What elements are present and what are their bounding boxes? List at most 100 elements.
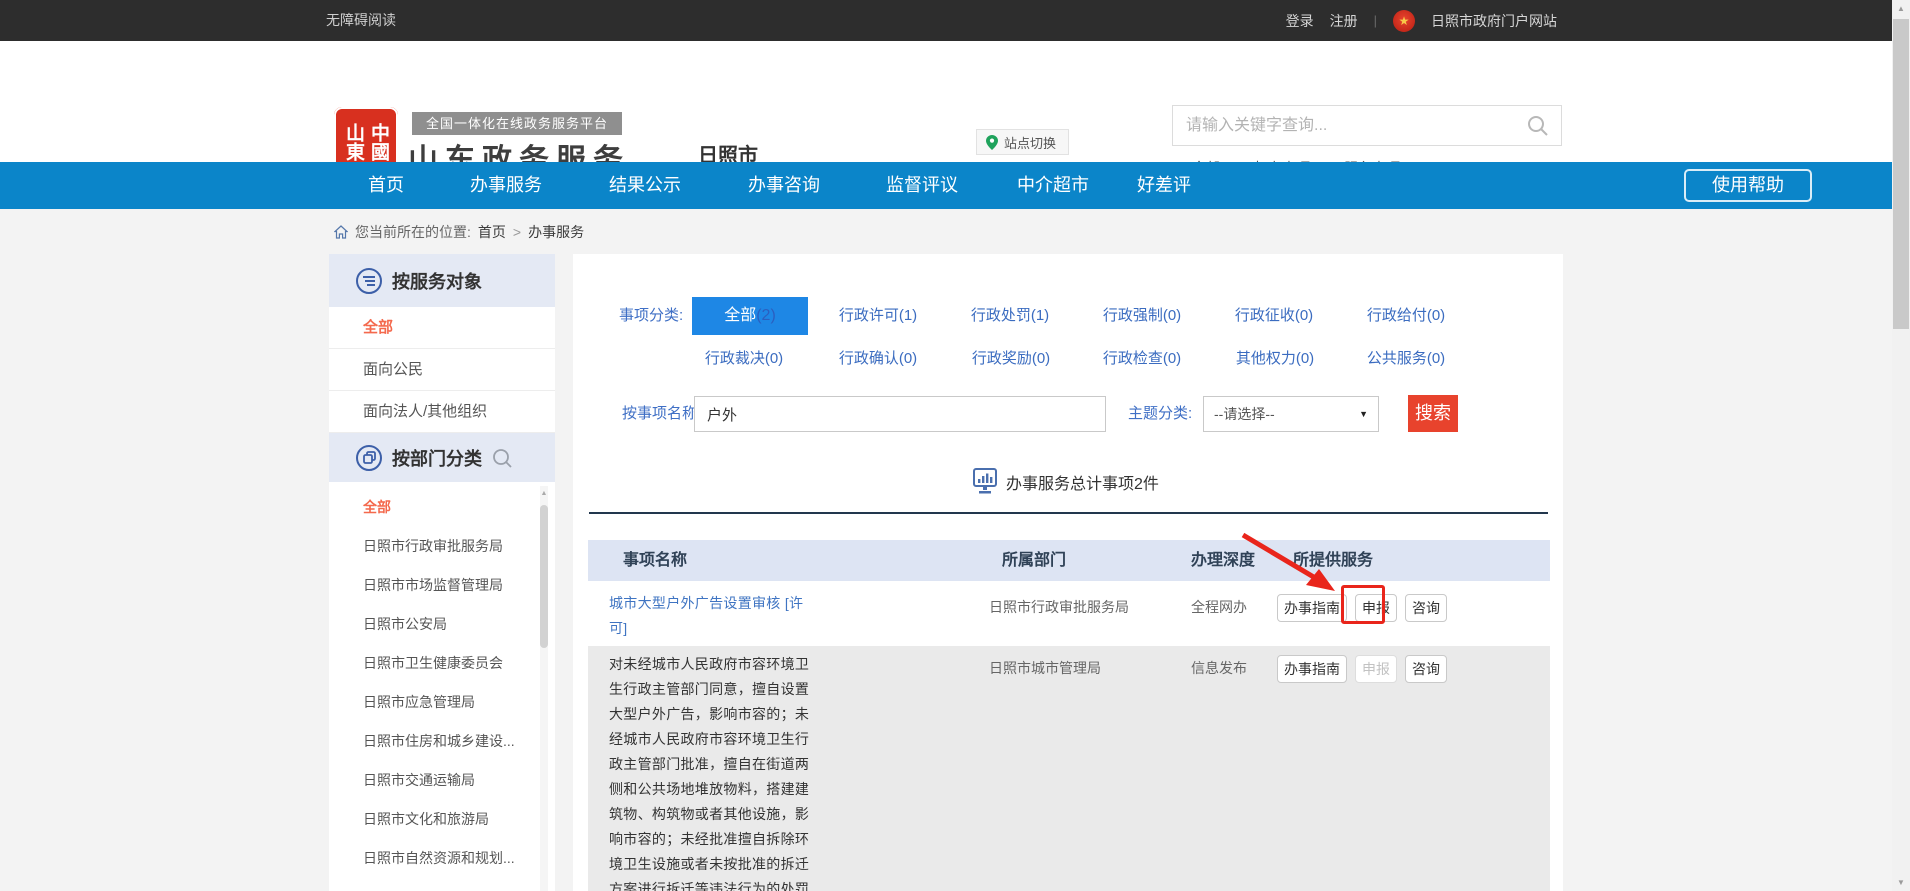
header: 山東 中國 全国一体化在线政务服务平台 山东政务服务 日照市 站点切换 全部 权…: [0, 41, 1892, 162]
sidebar-item-all[interactable]: 全部: [329, 307, 555, 349]
nav-item-consult[interactable]: 办事咨询: [748, 162, 820, 209]
nav-item-supervision[interactable]: 监督评议: [886, 162, 958, 209]
col-header-department: 所属部门: [1002, 540, 1066, 581]
item-depth: 全程网办: [1191, 597, 1247, 617]
dept-item[interactable]: 日照市市场监督管理局: [329, 566, 555, 605]
tab-xingzheng-zhengshou[interactable]: 行政征收(0): [1208, 297, 1340, 335]
tab-label: 行政确认: [839, 350, 899, 367]
tab-label: 公共服务: [1367, 350, 1427, 367]
platform-tag: 全国一体化在线政务服务平台: [412, 112, 622, 135]
tab-count: (0): [1163, 350, 1181, 367]
dept-item[interactable]: 日照市住房和城乡建设...: [329, 722, 555, 761]
item-department: 日照市城市管理局: [989, 658, 1101, 678]
search-button[interactable]: 搜索: [1408, 395, 1458, 432]
tab-count: (1): [899, 307, 917, 324]
consult-button[interactable]: 咨询: [1405, 594, 1447, 622]
tab-label: 全部: [724, 307, 756, 324]
category-filter-label: 事项分类:: [619, 297, 683, 335]
tab-qita-quanli[interactable]: 其他权力(0): [1209, 344, 1341, 374]
list-icon: [356, 268, 382, 294]
tab-xingzheng-caijue[interactable]: 行政裁决(0): [678, 344, 810, 374]
department-search-icon[interactable]: [492, 448, 513, 469]
breadcrumb-current: 办事服务: [528, 222, 584, 242]
topic-label: 主题分类:: [1128, 396, 1192, 432]
scroll-up-icon[interactable]: ▲: [540, 490, 548, 497]
tab-all-active[interactable]: 全部(2): [692, 297, 808, 335]
scroll-up-icon[interactable]: ▲: [1892, 0, 1910, 17]
section-divider: [589, 512, 1548, 514]
dept-item[interactable]: 日照市应急管理局: [329, 683, 555, 722]
breadcrumb: 您当前所在的位置: 首页 > 办事服务: [334, 222, 584, 242]
tab-label: 行政裁决: [705, 350, 765, 367]
sidebar-item-legal-person[interactable]: 面向法人/其他组织: [329, 391, 555, 433]
guide-button[interactable]: 办事指南: [1277, 655, 1347, 683]
breadcrumb-home[interactable]: 首页: [478, 222, 506, 242]
dept-item[interactable]: 日照市文化和旅游局: [329, 800, 555, 839]
tab-gonggong-fuwu[interactable]: 公共服务(0): [1340, 344, 1472, 374]
tab-xingzheng-jiangli[interactable]: 行政奖励(0): [945, 344, 1077, 374]
tab-xingzheng-jiancha[interactable]: 行政检查(0): [1076, 344, 1208, 374]
login-link[interactable]: 登录: [1286, 11, 1314, 31]
sidebar-item-citizen[interactable]: 面向公民: [329, 349, 555, 391]
seal-right-text: 中國: [368, 123, 389, 161]
apply-button[interactable]: 申报: [1355, 594, 1397, 622]
nav-item-home[interactable]: 首页: [368, 162, 404, 209]
dept-item[interactable]: 日照市公安局: [329, 605, 555, 644]
help-button[interactable]: 使用帮助: [1684, 169, 1812, 202]
page: 无障碍阅读 登录 注册 | ★ 日照市政府门户网站 山東 中國 全国一体化在线政…: [0, 0, 1910, 891]
tab-xingzheng-xuke[interactable]: 行政许可(1): [812, 297, 944, 335]
tab-xingzheng-qiangzhi[interactable]: 行政强制(0): [1076, 297, 1208, 335]
location-pin-icon: [986, 135, 998, 150]
tab-count: (0): [899, 350, 917, 367]
dept-item[interactable]: 日照市卫生健康委员会: [329, 644, 555, 683]
main-nav: 首页 办事服务 结果公示 办事咨询 监督评议 中介超市 好差评 使用帮助: [0, 162, 1892, 209]
register-link[interactable]: 注册: [1330, 11, 1358, 31]
tab-count: (0): [765, 350, 783, 367]
scroll-down-icon[interactable]: ▼: [1892, 874, 1910, 891]
breadcrumb-separator: >: [513, 224, 521, 240]
tab-xingzheng-jifu[interactable]: 行政给付(0): [1340, 297, 1472, 335]
nav-item-services[interactable]: 办事服务: [470, 162, 542, 209]
nav-item-results[interactable]: 结果公示: [609, 162, 681, 209]
topic-select[interactable]: --请选择-- ▼: [1203, 396, 1379, 432]
sidebar-scrollbar[interactable]: ▲: [540, 486, 548, 891]
tab-label: 行政处罚: [971, 307, 1031, 324]
apply-button-disabled: 申报: [1355, 655, 1397, 683]
item-name-input[interactable]: [694, 396, 1106, 432]
select-arrow-icon: ▼: [1359, 397, 1368, 431]
sidebar-section-service-object: 按服务对象: [329, 254, 555, 307]
dept-item[interactable]: 日照市自然资源和规划...: [329, 839, 555, 878]
nav-item-rating[interactable]: 好差评: [1137, 162, 1191, 209]
tab-label: 行政征收: [1235, 307, 1295, 324]
site-switch-button[interactable]: 站点切换: [976, 129, 1069, 155]
page-scrollbar-thumb[interactable]: [1893, 19, 1909, 329]
dept-item-all[interactable]: 全部: [329, 488, 555, 527]
tab-label: 行政奖励: [972, 350, 1032, 367]
page-scrollbar[interactable]: ▲ ▼: [1892, 0, 1910, 891]
sidebar-section-title: 按服务对象: [392, 268, 482, 294]
department-list: 全部 日照市行政审批服务局 日照市市场监督管理局 日照市公安局 日照市卫生健康委…: [329, 482, 555, 878]
tab-count: (0): [1296, 350, 1314, 367]
tab-xingzheng-chufa[interactable]: 行政处罚(1): [944, 297, 1076, 335]
header-search-input[interactable]: [1186, 106, 1516, 145]
portal-link[interactable]: 日照市政府门户网站: [1431, 11, 1557, 31]
header-search-box: [1172, 105, 1562, 146]
tab-label: 其他权力: [1236, 350, 1296, 367]
main-panel: 事项分类: 全部(2) 行政许可(1) 行政处罚(1) 行政强制(0) 行政征收…: [573, 254, 1563, 891]
row-actions: 办事指南 申报 咨询: [1277, 594, 1447, 622]
item-title: 城市大型户外广告设置审核: [609, 595, 781, 611]
tab-count: (0): [1427, 307, 1445, 324]
sidebar-scrollbar-thumb[interactable]: [540, 505, 548, 648]
search-icon[interactable]: [1527, 115, 1549, 137]
tab-xingzheng-queren[interactable]: 行政确认(0): [812, 344, 944, 374]
dept-item[interactable]: 日照市交通运输局: [329, 761, 555, 800]
consult-button[interactable]: 咨询: [1405, 655, 1447, 683]
col-header-depth: 办理深度: [1191, 540, 1255, 581]
dept-item[interactable]: 日照市行政审批服务局: [329, 527, 555, 566]
nav-item-agency[interactable]: 中介超市: [1017, 162, 1089, 209]
accessibility-link[interactable]: 无障碍阅读: [326, 0, 396, 41]
item-name-label: 按事项名称:: [622, 396, 701, 432]
item-title-link[interactable]: 城市大型户外广告设置审核 [许可]: [609, 591, 815, 641]
guide-button[interactable]: 办事指南: [1277, 594, 1347, 622]
tab-count: (0): [1032, 350, 1050, 367]
